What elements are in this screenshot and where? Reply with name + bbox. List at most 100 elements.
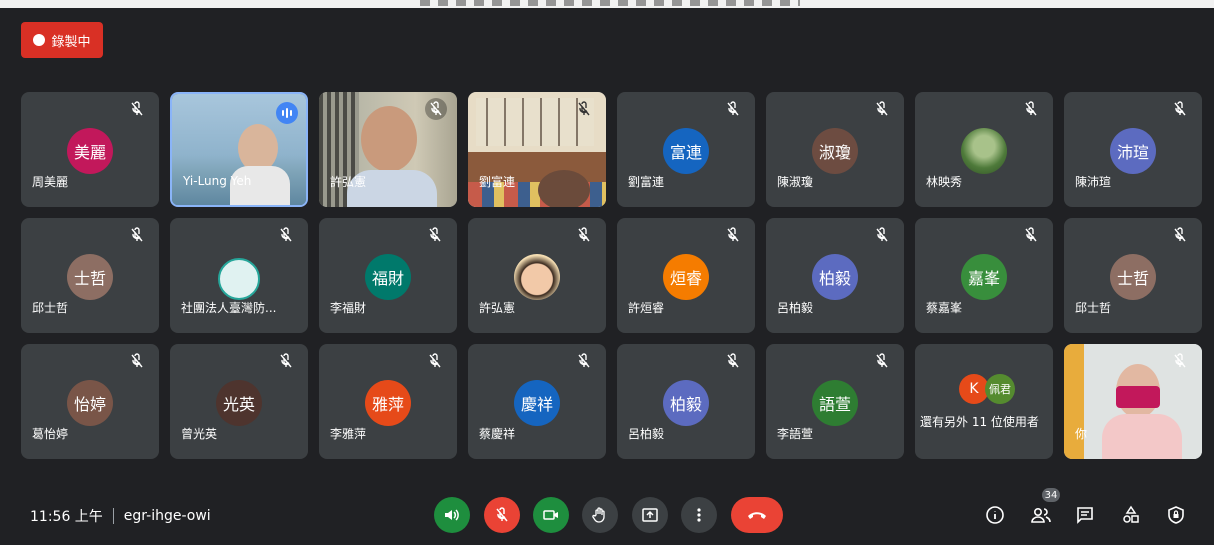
participant-count-badge: 34 bbox=[1042, 488, 1060, 502]
avatar: 語萱 bbox=[812, 380, 858, 426]
participant-name: 許弘憲 bbox=[479, 301, 516, 315]
meeting-info: 11:56 上午 egr-ihge-owi bbox=[30, 506, 211, 526]
participant-tile[interactable]: 富連 劉富連 bbox=[617, 92, 755, 207]
avatar: 士哲 bbox=[67, 254, 113, 300]
participant-name: 李福財 bbox=[330, 301, 367, 315]
participant-tile[interactable]: 美麗 周美麗 bbox=[21, 92, 159, 207]
meeting-code: egr-ihge-owi bbox=[123, 508, 211, 524]
participant-tile[interactable]: 士哲 邱士哲 bbox=[1064, 218, 1202, 333]
participant-name: 許弘憲 bbox=[330, 175, 367, 189]
mic-off-icon bbox=[876, 353, 888, 368]
present-icon bbox=[642, 508, 658, 522]
more-participants-label: 還有另外 11 位使用者 bbox=[920, 415, 1039, 429]
participant-name: 劉富連 bbox=[628, 175, 665, 189]
participant-name: 周美麗 bbox=[32, 175, 69, 189]
record-dot-icon bbox=[33, 34, 46, 46]
avatar-photo bbox=[514, 254, 560, 300]
raise-hand-icon bbox=[592, 507, 605, 523]
participant-tile[interactable]: 士哲 邱士哲 bbox=[21, 218, 159, 333]
participant-name: 劉富連 bbox=[479, 175, 516, 189]
participant-name: 林映秀 bbox=[926, 175, 963, 189]
camera-button[interactable] bbox=[533, 497, 569, 533]
participant-name: 呂柏毅 bbox=[777, 301, 814, 315]
mic-off-icon bbox=[578, 353, 590, 368]
hangup-icon bbox=[748, 512, 766, 519]
participant-name: 蔡嘉峯 bbox=[926, 301, 963, 315]
mic-off-icon bbox=[578, 227, 590, 242]
recording-badge: 錄製中 bbox=[21, 22, 103, 58]
organization-logo-avatar bbox=[218, 258, 260, 300]
participant-video-person bbox=[538, 170, 590, 207]
more-participants-tile[interactable]: K 佩君 還有另外 11 位使用者 bbox=[915, 344, 1053, 459]
participant-tile[interactable]: 許弘憲 bbox=[468, 218, 606, 333]
participant-tile[interactable]: 劉富連 bbox=[468, 92, 606, 207]
audio-button[interactable] bbox=[434, 497, 470, 533]
raise-hand-button[interactable] bbox=[582, 497, 618, 533]
avatar: 光英 bbox=[216, 380, 262, 426]
participant-tile[interactable]: 柏毅 呂柏毅 bbox=[617, 344, 755, 459]
participant-tile[interactable]: 社團法人臺灣防... bbox=[170, 218, 308, 333]
meeting-details-button[interactable] bbox=[983, 503, 1007, 527]
participant-name: 邱士哲 bbox=[32, 301, 69, 315]
participants-button[interactable] bbox=[1029, 503, 1053, 527]
chat-button[interactable] bbox=[1073, 503, 1097, 527]
mic-off-icon bbox=[131, 101, 143, 116]
participant-tile[interactable]: 雅萍 李雅萍 bbox=[319, 344, 457, 459]
mic-off-icon bbox=[876, 101, 888, 116]
mic-off-icon bbox=[425, 98, 447, 120]
mic-off-icon bbox=[727, 101, 739, 116]
participant-tile[interactable]: 慶祥 蔡慶祥 bbox=[468, 344, 606, 459]
avatar: 慶祥 bbox=[514, 380, 560, 426]
participant-tile[interactable]: 語萱 李語萱 bbox=[766, 344, 904, 459]
participant-tile[interactable]: 怡婷 葛怡婷 bbox=[21, 344, 159, 459]
shield-lock-icon bbox=[1168, 506, 1184, 524]
mic-off-icon bbox=[1025, 101, 1037, 116]
participant-tile[interactable]: 許弘憲 bbox=[319, 92, 457, 207]
present-button[interactable] bbox=[632, 497, 668, 533]
participant-tile[interactable]: 淑瓊 陳淑瓊 bbox=[766, 92, 904, 207]
mic-off-icon bbox=[1025, 227, 1037, 242]
more-vert-icon bbox=[697, 508, 701, 522]
participant-tile[interactable]: 光英 曾光英 bbox=[170, 344, 308, 459]
participant-tile[interactable]: 福財 李福財 bbox=[319, 218, 457, 333]
participant-tile[interactable]: Yi-Lung Yeh bbox=[170, 92, 308, 207]
participant-tile[interactable]: 林映秀 bbox=[915, 92, 1053, 207]
participant-name: 陳沛瑄 bbox=[1075, 175, 1112, 189]
self-view-tile[interactable]: 你 bbox=[1064, 344, 1202, 459]
participant-name: 葛怡婷 bbox=[32, 427, 69, 441]
leave-call-button[interactable] bbox=[731, 497, 783, 533]
activities-button[interactable] bbox=[1119, 503, 1143, 527]
participant-tile[interactable]: 烜睿 許烜睿 bbox=[617, 218, 755, 333]
recording-label: 錄製中 bbox=[51, 34, 91, 50]
participant-tile[interactable]: 沛瑄 陳沛瑄 bbox=[1064, 92, 1202, 207]
speaking-indicator-icon bbox=[276, 102, 298, 124]
avatar: 柏毅 bbox=[812, 254, 858, 300]
volume-icon bbox=[445, 509, 459, 521]
activities-icon bbox=[1123, 505, 1139, 523]
meeting-time: 11:56 上午 bbox=[30, 509, 103, 525]
host-controls-button[interactable] bbox=[1164, 503, 1188, 527]
avatar: 淑瓊 bbox=[812, 128, 858, 174]
top-strip bbox=[0, 0, 1214, 8]
divider bbox=[112, 508, 114, 524]
mic-off-icon bbox=[429, 227, 441, 242]
mic-off-icon bbox=[727, 227, 739, 242]
mic-off-icon bbox=[1174, 353, 1186, 368]
microphone-button[interactable] bbox=[484, 497, 520, 533]
participant-name: 呂柏毅 bbox=[628, 427, 665, 441]
mic-off-icon bbox=[131, 353, 143, 368]
more-options-button[interactable] bbox=[681, 497, 717, 533]
chat-icon bbox=[1077, 507, 1093, 524]
participant-tile[interactable]: 嘉峯 蔡嘉峯 bbox=[915, 218, 1053, 333]
mic-off-icon bbox=[876, 227, 888, 242]
participant-tile[interactable]: 柏毅 呂柏毅 bbox=[766, 218, 904, 333]
stacked-avatars: K 佩君 bbox=[959, 374, 1015, 404]
participant-name: 陳淑瓊 bbox=[777, 175, 814, 189]
participant-video-person bbox=[238, 124, 278, 172]
participant-name: 曾光英 bbox=[181, 427, 218, 441]
participant-video-person bbox=[361, 106, 417, 172]
avatar: 美麗 bbox=[67, 128, 113, 174]
camera-icon bbox=[543, 510, 558, 520]
avatar: 士哲 bbox=[1110, 254, 1156, 300]
participant-name: 許烜睿 bbox=[628, 301, 665, 315]
